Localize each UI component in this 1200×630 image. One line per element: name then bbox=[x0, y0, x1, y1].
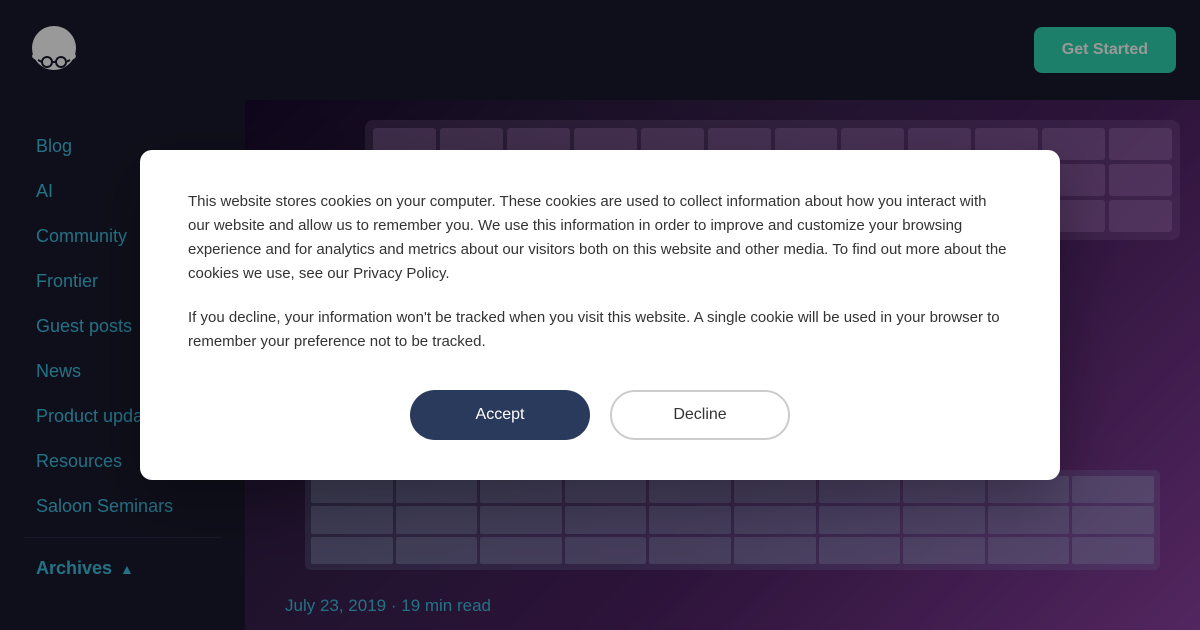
modal-actions: Accept Decline bbox=[188, 390, 1012, 440]
decline-button[interactable]: Decline bbox=[610, 390, 790, 440]
cookie-modal: This website stores cookies on your comp… bbox=[140, 150, 1060, 480]
accept-button[interactable]: Accept bbox=[410, 390, 590, 440]
cookie-text-1: This website stores cookies on your comp… bbox=[188, 190, 1012, 286]
cookie-text-2: If you decline, your information won't b… bbox=[188, 306, 1012, 354]
modal-overlay: This website stores cookies on your comp… bbox=[0, 0, 1200, 630]
